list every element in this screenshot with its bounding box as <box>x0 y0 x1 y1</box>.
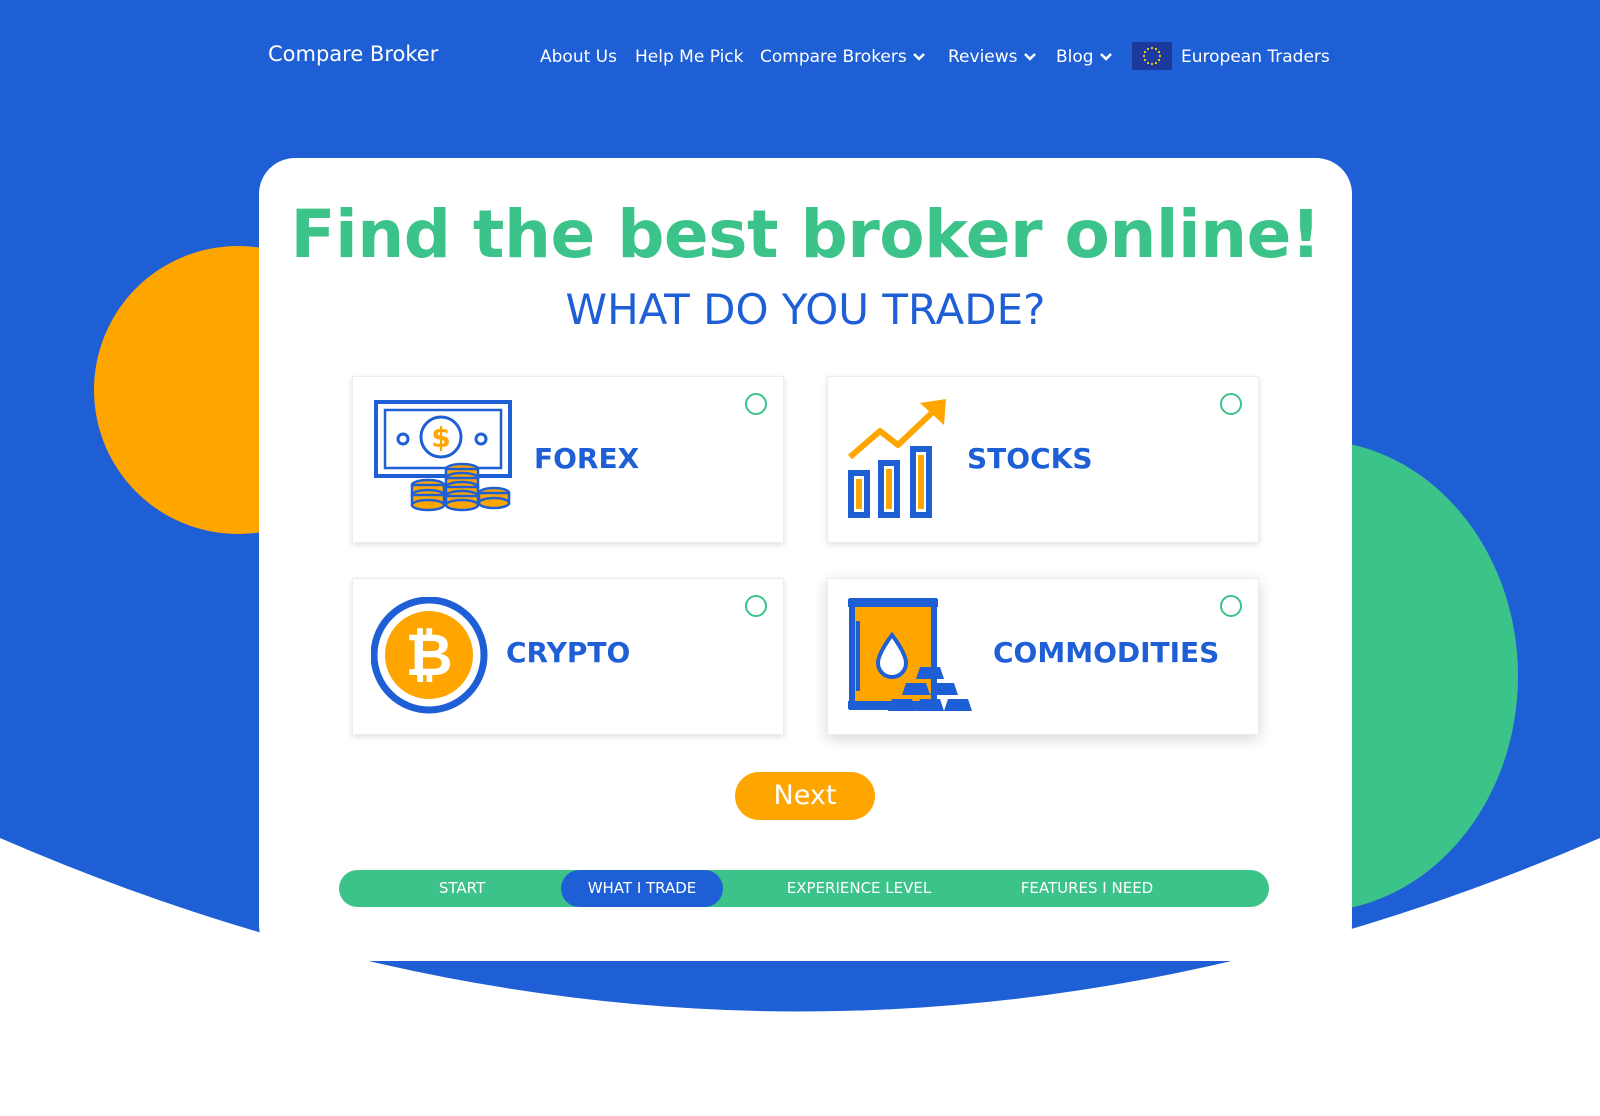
nav-help-label: Help Me Pick <box>635 47 744 67</box>
step-what-i-trade[interactable]: WHAT I TRADE <box>561 870 723 907</box>
nav-help-me-pick[interactable]: Help Me Pick <box>635 47 743 67</box>
next-button[interactable]: Next <box>735 772 875 820</box>
nav-about-label: About Us <box>540 47 617 67</box>
eu-flag-icon[interactable] <box>1132 42 1172 70</box>
option-commodities[interactable]: COMMODITIES <box>827 578 1259 735</box>
nav-region-label: European Traders <box>1181 47 1330 67</box>
cash-coins-icon: $ <box>374 400 512 512</box>
option-forex-radio[interactable] <box>745 393 767 415</box>
broker-finder-card: Find the best broker online! WHAT DO YOU… <box>259 158 1352 961</box>
chevron-down-icon <box>1099 53 1112 61</box>
option-stocks-label: STOCKS <box>967 442 1093 475</box>
option-crypto-label: CRYPTO <box>506 636 631 669</box>
nav-european-traders[interactable]: European Traders <box>1181 47 1330 67</box>
option-crypto-radio[interactable] <box>745 595 767 617</box>
option-forex[interactable]: $ FOREX <box>352 376 784 543</box>
chevron-down-icon <box>912 53 925 61</box>
option-stocks[interactable]: STOCKS <box>827 376 1259 543</box>
oil-barrel-gold-icon <box>848 598 972 711</box>
question-heading: WHAT DO YOU TRADE? <box>565 285 1046 334</box>
step-start[interactable]: START <box>379 870 545 907</box>
bitcoin-icon: ₿ <box>371 597 488 714</box>
option-commodities-radio[interactable] <box>1220 595 1242 617</box>
step-experience-level[interactable]: EXPERIENCE LEVEL <box>764 870 954 907</box>
nav-about-us[interactable]: About Us <box>540 47 617 67</box>
nav-compare-brokers[interactable]: Compare Brokers <box>760 47 925 67</box>
top-nav: Compare Broker About Us Help Me Pick Com… <box>0 30 1600 80</box>
nav-blog[interactable]: Blog <box>1056 47 1112 67</box>
nav-blog-label: Blog <box>1056 47 1094 67</box>
svg-text:$: $ <box>431 421 450 454</box>
hero-section: Compare Broker About Us Help Me Pick Com… <box>0 0 1600 1116</box>
nav-reviews[interactable]: Reviews <box>948 47 1036 67</box>
step-features-i-need[interactable]: FEATURES I NEED <box>997 870 1177 907</box>
option-stocks-radio[interactable] <box>1220 393 1242 415</box>
option-commodities-label: COMMODITIES <box>993 636 1220 669</box>
page-title: Find the best broker online! <box>290 196 1321 273</box>
nav-reviews-label: Reviews <box>948 47 1018 67</box>
bar-chart-up-icon <box>848 399 946 518</box>
option-forex-label: FOREX <box>534 442 640 475</box>
nav-compare-label: Compare Brokers <box>760 47 907 67</box>
site-logo[interactable]: Compare Broker <box>268 42 438 66</box>
option-crypto[interactable]: ₿ CRYPTO <box>352 578 784 735</box>
chevron-down-icon <box>1023 53 1036 61</box>
svg-text:₿: ₿ <box>405 621 452 689</box>
step-progress-bar: START WHAT I TRADE EXPERIENCE LEVEL FEAT… <box>339 870 1269 907</box>
